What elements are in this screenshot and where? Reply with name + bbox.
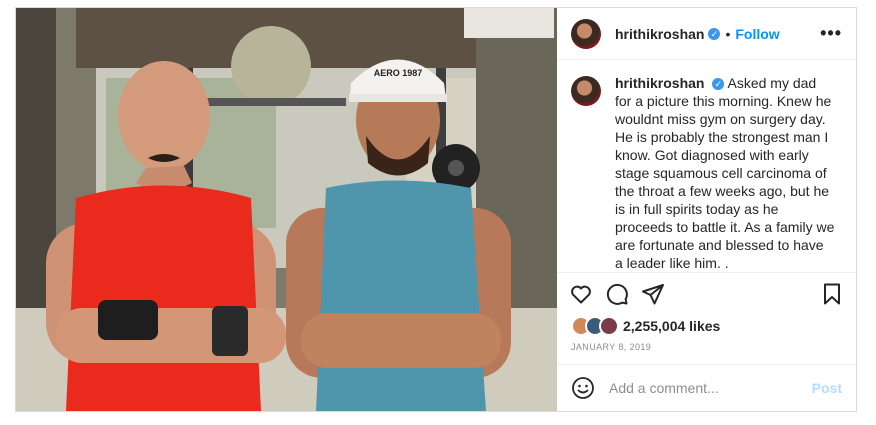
avatar[interactable] [571, 18, 601, 49]
heart-icon[interactable] [569, 282, 593, 306]
likes-count[interactable]: 2,255,004 likes [623, 318, 720, 334]
more-options-icon[interactable]: ••• [820, 23, 842, 44]
instagram-post: AERO 1987 hrithikroshan ✓ • Follow ••• h… [15, 7, 857, 412]
liker-avatar [599, 316, 619, 336]
follow-button[interactable]: Follow [735, 26, 779, 42]
username[interactable]: hrithikroshan [615, 26, 704, 42]
caption-text: Asked my dad for a picture this morning.… [615, 75, 835, 271]
post-date[interactable]: JANUARY 8, 2019 [557, 337, 856, 364]
caption: hrithikroshan ✓ Asked my dad for a pictu… [615, 74, 835, 272]
action-bar [557, 273, 856, 315]
bookmark-icon[interactable] [820, 282, 844, 306]
caption-avatar[interactable] [571, 76, 601, 106]
caption-area: hrithikroshan ✓ Asked my dad for a pictu… [557, 60, 856, 273]
comment-icon[interactable] [605, 282, 629, 306]
comment-input[interactable] [607, 379, 812, 397]
post-header: hrithikroshan ✓ • Follow ••• [557, 8, 856, 60]
verified-badge-icon: ✓ [708, 27, 721, 40]
photo-illustration: AERO 1987 [16, 8, 557, 411]
verified-badge-icon: ✓ [712, 78, 725, 90]
post-panel: hrithikroshan ✓ • Follow ••• hrithikrosh… [557, 8, 856, 411]
post-comment-button[interactable]: Post [812, 380, 842, 396]
post-photo[interactable]: AERO 1987 [16, 8, 557, 411]
separator-dot: • [725, 25, 731, 42]
cap-print: AERO 1987 [374, 68, 423, 78]
likes-row: 2,255,004 likes [557, 315, 856, 337]
caption-username[interactable]: hrithikroshan [615, 75, 704, 91]
emoji-icon[interactable] [571, 376, 595, 400]
comment-box: Post [557, 364, 856, 411]
share-icon[interactable] [641, 282, 665, 306]
